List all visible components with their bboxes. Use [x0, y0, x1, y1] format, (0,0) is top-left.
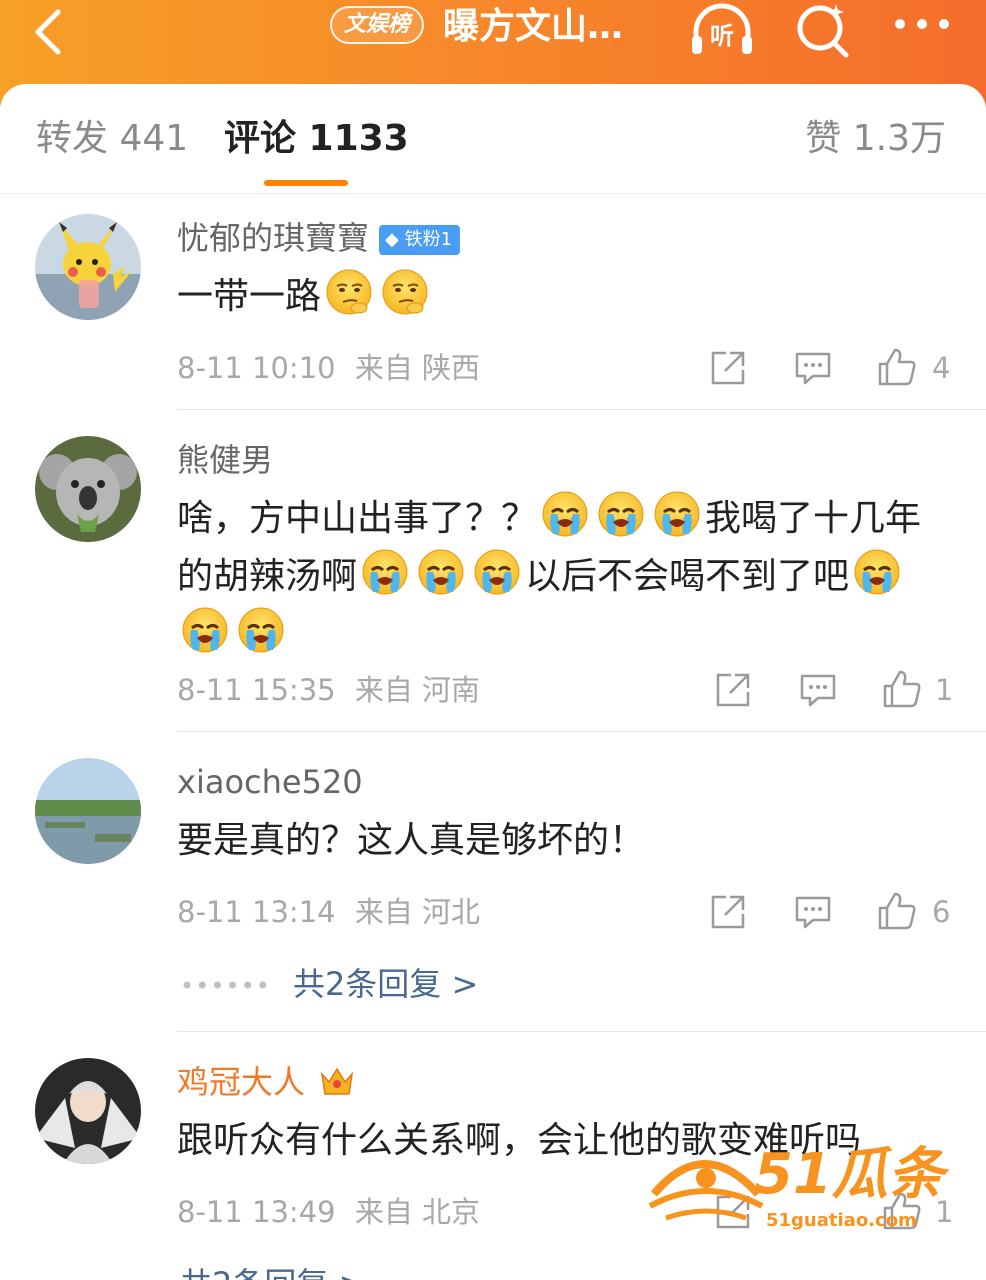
view-replies-link[interactable]: 共2条回复 >	[180, 1262, 365, 1280]
koala-avatar-icon	[35, 436, 141, 542]
crying-emoji-icon	[417, 548, 465, 596]
timestamp: 8-11 15:35	[177, 673, 336, 707]
crying-emoji-icon	[237, 606, 285, 654]
username[interactable]: 鸡冠大人	[177, 1060, 355, 1104]
person-avatar-icon	[35, 1058, 141, 1164]
crying-emoji-icon	[853, 548, 901, 596]
comment-text: 啥，方中山出事了？？ 我喝了十几年 的胡辣汤啊 以后不会喝不到了吧	[177, 490, 957, 664]
smirk-emoji-icon	[325, 268, 373, 316]
tab-likes[interactable]: 赞 1.3万	[805, 114, 946, 164]
crying-emoji-icon	[181, 606, 229, 654]
crying-emoji-icon	[361, 548, 409, 596]
watermark-brand: 51瓜条	[754, 1142, 944, 1207]
username[interactable]: xiaoche520	[177, 760, 363, 804]
watermark-logo-icon	[648, 1160, 764, 1221]
crying-emoji-icon	[541, 490, 589, 538]
comment-meta: 8-11 15:35 来自 河南	[177, 670, 480, 710]
comment-icon[interactable]	[793, 348, 833, 388]
comment-icon[interactable]	[793, 892, 833, 932]
back-arrow-icon	[35, 9, 61, 55]
more-dots-icon	[895, 19, 949, 29]
like-count: 6	[932, 895, 951, 929]
pikachu-avatar-icon	[35, 214, 141, 320]
smirk-emoji-icon	[381, 268, 429, 316]
fan-badge: ◆ 铁粉1	[379, 225, 461, 255]
crying-emoji-icon	[473, 548, 521, 596]
listen-button[interactable]: 听	[686, 0, 758, 64]
comment-text: 要是真的？这人真是够坏的！	[177, 820, 646, 861]
comment-meta: 8-11 13:49 来自 北京	[177, 1192, 480, 1232]
location: 来自 北京	[354, 1195, 481, 1229]
comment-icon[interactable]	[798, 670, 838, 710]
back-button[interactable]	[30, 4, 70, 64]
comment-text: 一带一路	[177, 268, 957, 326]
svg-text:听: 听	[710, 22, 734, 50]
timestamp: 8-11 13:14	[177, 895, 336, 929]
like-icon[interactable]	[876, 346, 918, 388]
location: 来自 河北	[354, 895, 481, 929]
crown-icon	[321, 1067, 354, 1095]
like-count: 1	[935, 673, 954, 707]
comments-card: 转发 441 评论 1133 赞 1.3万	[0, 84, 986, 1280]
avatar[interactable]	[35, 214, 141, 320]
hot-list-badge[interactable]: 文娱榜	[330, 6, 425, 44]
divider	[177, 1031, 986, 1032]
tab-bar: 转发 441 评论 1133 赞 1.3万	[0, 84, 986, 194]
more-button[interactable]	[892, 14, 952, 38]
like-count: 4	[932, 351, 951, 385]
timestamp: 8-11 10:10	[177, 351, 336, 385]
like-icon[interactable]	[876, 890, 918, 932]
search-icon	[797, 4, 849, 58]
watermark-url: 51guatiao.com	[766, 1210, 917, 1231]
search-button[interactable]	[794, 0, 854, 64]
headphones-icon: 听	[692, 3, 752, 54]
location: 来自 河南	[354, 673, 481, 707]
share-icon[interactable]	[708, 348, 748, 388]
comment-meta: 8-11 13:14 来自 河北	[177, 892, 480, 932]
crying-emoji-icon	[597, 490, 645, 538]
crying-emoji-icon	[653, 490, 701, 538]
comment-meta: 8-11 10:10 来自 陕西	[177, 348, 480, 388]
tab-repost[interactable]: 转发 441	[36, 114, 188, 164]
avatar[interactable]	[35, 758, 141, 864]
view-replies-link[interactable]: •••••• 共2条回复 >	[180, 962, 478, 1008]
tab-comment[interactable]: 评论 1133	[224, 114, 409, 164]
divider	[177, 731, 986, 732]
location: 来自 陕西	[354, 351, 481, 385]
watermark: 51瓜条 51guatiao.com	[646, 1140, 956, 1240]
active-tab-indicator	[264, 180, 348, 186]
username[interactable]: 忧郁的琪寶寶 ◆ 铁粉1	[177, 216, 461, 260]
timestamp: 8-11 13:49	[177, 1195, 336, 1229]
lake-avatar-icon	[35, 758, 141, 864]
divider	[177, 409, 986, 410]
page-title: 曝方文山…	[443, 6, 624, 47]
username[interactable]: 熊健男	[177, 438, 273, 482]
avatar[interactable]	[35, 1058, 141, 1164]
share-icon[interactable]	[708, 892, 748, 932]
avatar[interactable]	[35, 436, 141, 542]
like-icon[interactable]	[881, 668, 923, 710]
share-icon[interactable]	[713, 670, 753, 710]
